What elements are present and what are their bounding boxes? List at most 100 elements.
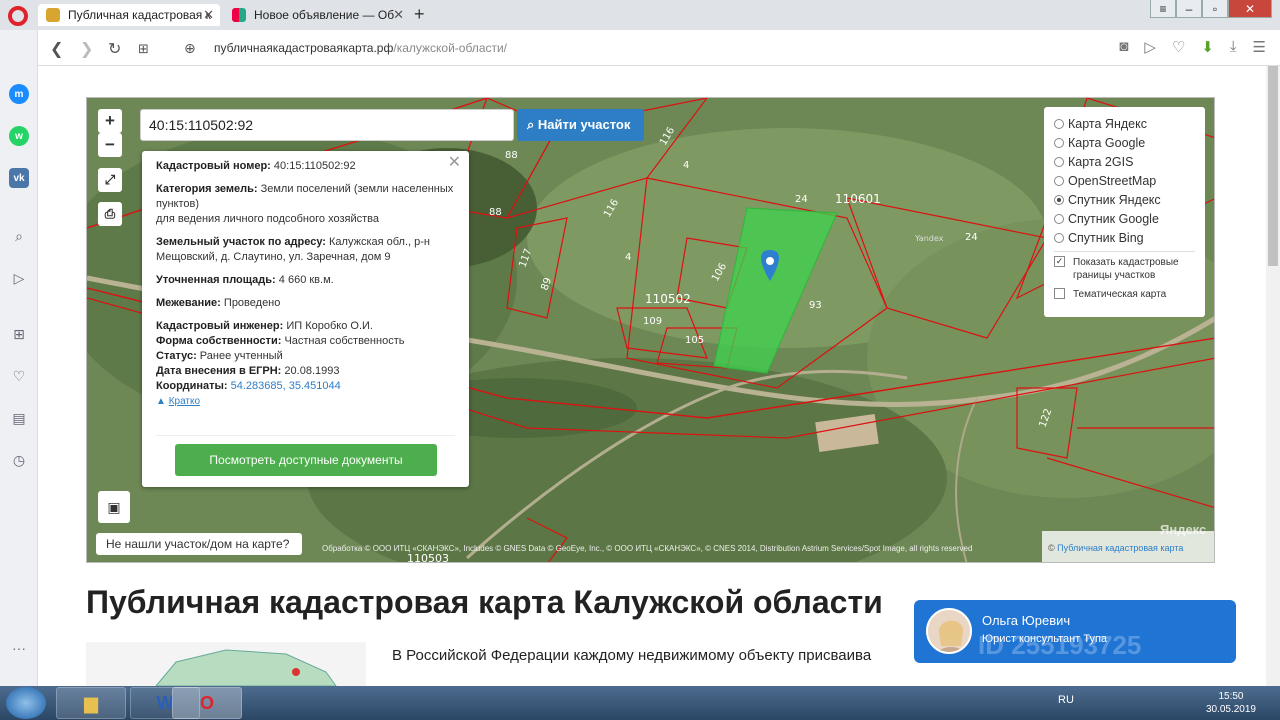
history-icon[interactable]: ◷ [9, 450, 29, 470]
url-path: /калужской-области/ [393, 41, 508, 55]
messenger-icon[interactable]: m [9, 84, 29, 104]
snapshot-icon[interactable]: ◙ [1119, 38, 1128, 56]
more-icon[interactable]: ··· [9, 638, 29, 658]
search-tabs-icon[interactable]: ≡ [1150, 0, 1176, 18]
speed-dial-icon[interactable]: ⊞ [9, 324, 29, 344]
thematic-map-option[interactable]: Тематическая карта [1054, 288, 1195, 301]
cadastral-map[interactable]: 88 88 116 116 4 4 117 89 24 110601 24 10… [86, 97, 1215, 563]
region-map-thumbnail [86, 642, 366, 686]
vk-icon[interactable]: vk [9, 168, 29, 188]
radio-icon[interactable] [1054, 137, 1064, 148]
layer-option[interactable]: Спутник Яндекс [1054, 190, 1195, 209]
radio-icon[interactable] [1054, 175, 1064, 186]
layer-label: Спутник Bing [1068, 230, 1144, 245]
cadastral-search-input[interactable]: 40:15:110502:92 [140, 109, 514, 141]
pkk-link[interactable]: Публичная кадастровая карта [1057, 543, 1183, 553]
close-popup-icon[interactable]: ✕ [448, 155, 461, 171]
heart-icon[interactable]: ♡ [1172, 38, 1185, 56]
radio-icon[interactable] [1054, 118, 1064, 129]
radio-icon[interactable] [1054, 213, 1064, 224]
settings-icon[interactable]: ☰ [1253, 38, 1266, 56]
short-link[interactable]: Кратко [169, 396, 200, 407]
layer-option[interactable]: OpenStreetMap [1054, 171, 1195, 190]
cian-favicon-icon [232, 8, 246, 22]
new-tab-plus-icon[interactable]: + [414, 4, 425, 25]
back-icon[interactable]: ❮ [50, 39, 63, 59]
emblem-icon [46, 8, 60, 22]
forward-icon[interactable]: ❯ [80, 39, 93, 59]
plot-label: 109 [643, 316, 662, 327]
close-window-icon[interactable]: ✕ [1228, 0, 1272, 18]
category-use: для ведения личного подсобного хозяйства [156, 213, 379, 225]
opera-logo-icon[interactable] [8, 6, 28, 26]
date: 20.08.1993 [284, 365, 340, 377]
layer-option[interactable]: Спутник Bing [1054, 228, 1195, 247]
reload-icon[interactable]: ↻ [108, 39, 121, 59]
layer-option[interactable]: Карта 2GIS [1054, 152, 1195, 171]
layer-option[interactable]: Карта Яндекс [1054, 114, 1195, 133]
survey: Проведено [223, 297, 281, 309]
collapse-icon[interactable]: ▲ [156, 396, 166, 407]
radio-icon[interactable] [1054, 232, 1064, 243]
extension-icon[interactable]: ⬇ [1201, 38, 1214, 56]
language-indicator[interactable]: RU [1058, 694, 1074, 706]
radio-icon[interactable] [1054, 156, 1064, 167]
plot-label: 88 [489, 207, 502, 218]
layer-option[interactable]: Карта Google [1054, 133, 1195, 152]
page-scrollbar[interactable] [1266, 66, 1280, 686]
tab-new-listing[interactable]: Новое объявление — Об ✕ [224, 4, 410, 26]
not-found-button[interactable]: Не нашли участок/дом на карте? [96, 533, 302, 555]
copyright-sign: © [1048, 543, 1055, 553]
cad-num: 40:15:110502:92 [273, 160, 356, 172]
plot-label: 88 [505, 150, 518, 161]
maximize-icon[interactable]: ▫ [1202, 0, 1228, 18]
checkbox-label: Показать кадастровые границы участков [1073, 257, 1179, 281]
coords-link[interactable]: 54.283685, 35.451044 [231, 380, 341, 392]
tab-cadastral-map[interactable]: Публичная кадастровая к ✕ [38, 4, 220, 26]
close-tab-icon[interactable]: ✕ [393, 7, 404, 23]
send-icon[interactable]: ▷ [1144, 38, 1156, 56]
address-bar-actions: ◙ ▷ ♡ ⬇ ⤓ ☰ [1119, 38, 1266, 56]
whatsapp-icon[interactable]: w [9, 126, 29, 146]
block-label: 110502 [645, 292, 691, 306]
checkbox-icon[interactable] [1054, 288, 1065, 299]
send-icon[interactable]: ▷ [9, 268, 29, 288]
print-icon[interactable]: ⎙ [98, 202, 122, 226]
explorer-icon[interactable]: ▆ [56, 687, 126, 719]
view-documents-button[interactable]: Посмотреть доступные документы [175, 444, 437, 476]
download-icon[interactable]: ⤓ [1230, 38, 1237, 56]
close-tab-icon[interactable]: ✕ [203, 7, 214, 23]
minimize-icon[interactable]: – [1176, 0, 1202, 18]
layer-label: Карта Яндекс [1068, 116, 1147, 131]
scrollbar-thumb[interactable] [1268, 66, 1278, 266]
url-field[interactable]: публичнаякадастроваякарта.рф/калужской-о… [214, 41, 507, 55]
layer-option[interactable]: Спутник Google [1054, 209, 1195, 228]
plot-label: 4 [683, 160, 689, 171]
news-icon[interactable]: ▤ [9, 408, 29, 428]
fullscreen-icon[interactable]: ⤢ [98, 168, 122, 192]
start-button[interactable] [6, 687, 46, 719]
show-boundaries-option[interactable]: ✓ Показать кадастровые границы участков [1054, 256, 1195, 282]
plot-label: 93 [809, 300, 822, 311]
zoom-in-button[interactable]: + [98, 109, 122, 133]
window-controls: ≡ – ▫ ✕ [1150, 0, 1272, 18]
checkbox-label: Тематическая карта [1073, 289, 1167, 300]
cad-num-label: Кадастровый номер: [156, 160, 271, 172]
speed-dial-icon[interactable]: ⊞ [138, 41, 149, 57]
heart-icon[interactable]: ♡ [9, 366, 29, 386]
plot-label: 24 [965, 232, 978, 243]
consultant-name: Ольга Юревич [982, 613, 1071, 628]
find-plot-label: Найти участок [537, 117, 631, 132]
find-plot-button[interactable]: ⌕ Найти участок [517, 109, 644, 141]
map-legend-icon[interactable]: ▣ [98, 491, 130, 523]
radio-selected-icon[interactable] [1054, 194, 1064, 205]
page-title: Публичная кадастровая карта Калужской об… [86, 584, 883, 620]
clock[interactable]: 15:50 30.05.2019 [1206, 690, 1256, 716]
opera-taskbar-icon[interactable]: O [172, 687, 242, 719]
search-icon[interactable]: ⌕ [9, 226, 29, 246]
status: Ранее учтенный [199, 350, 283, 362]
zoom-out-button[interactable]: − [98, 133, 122, 157]
layer-label: Спутник Google [1068, 211, 1159, 226]
layer-label: Карта Google [1068, 135, 1146, 150]
checkbox-checked-icon[interactable]: ✓ [1054, 256, 1065, 267]
